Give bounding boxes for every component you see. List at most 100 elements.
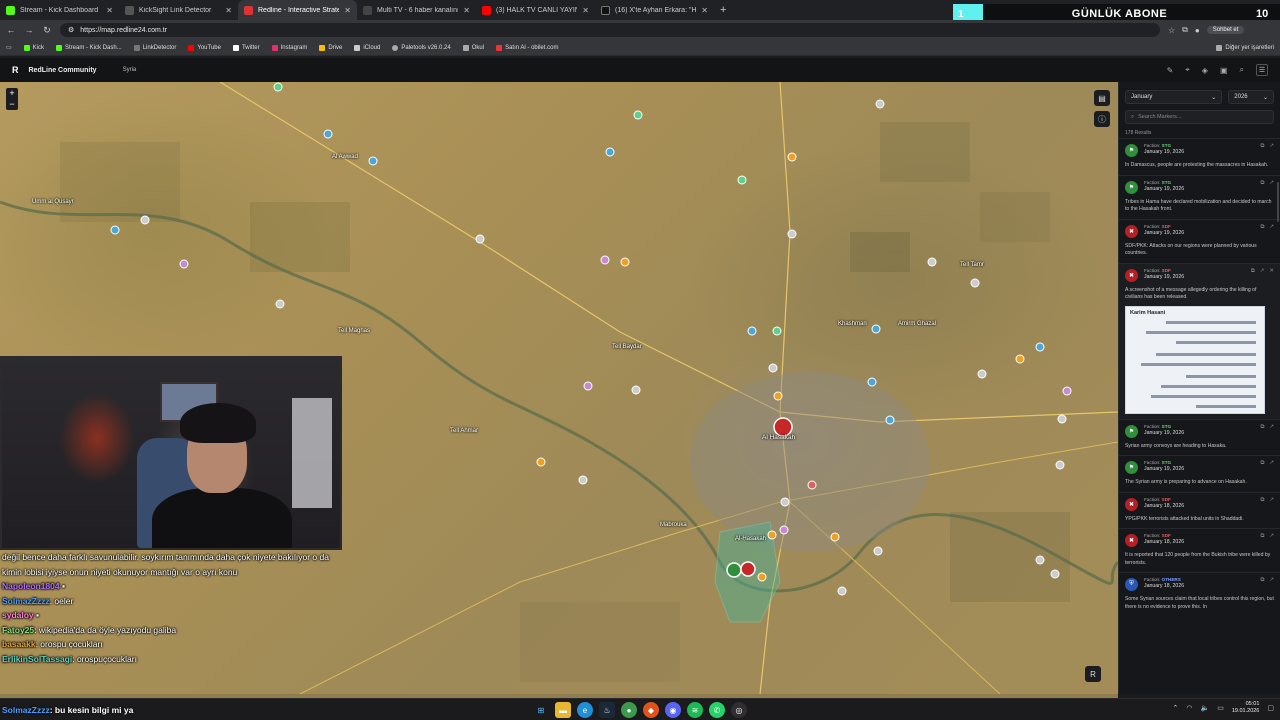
bookmark-linkdetector[interactable]: LinkDetector — [133, 44, 176, 51]
layers-icon[interactable]: ◈ — [1202, 66, 1208, 75]
battery-icon[interactable]: ▭ — [1217, 704, 1224, 712]
close-tab-icon[interactable]: ✕ — [463, 6, 470, 15]
draw-icon[interactable]: ✎ — [1167, 66, 1174, 75]
marker-search-input[interactable]: ⌕ Search Markers... — [1125, 110, 1274, 124]
copy-icon[interactable]: ⧉ — [1251, 268, 1255, 275]
menu-icon[interactable]: ☰ — [1256, 64, 1268, 76]
marker-card[interactable]: ✖ Faction: SDF January 18, 2026 ⧉ ↗ It is rep… — [1119, 528, 1280, 572]
search-icon[interactable]: ⌕ — [1240, 65, 1244, 75]
open-link-icon[interactable]: ↗ — [1269, 180, 1274, 187]
open-link-icon[interactable]: ↗ — [1269, 460, 1274, 467]
redline-map-badge[interactable]: R — [1085, 666, 1101, 682]
camera-icon[interactable]: ▣ — [1220, 66, 1228, 75]
copy-icon[interactable]: ⧉ — [1260, 497, 1264, 504]
chevron-up-icon[interactable]: ⌃ — [1173, 704, 1179, 712]
new-tab-button[interactable]: + — [720, 4, 726, 16]
start-icon[interactable]: ⊞ — [533, 702, 549, 718]
bookmark-paletools[interactable]: Paletools v26.0.24 — [392, 44, 451, 51]
copy-icon[interactable]: ⧉ — [1260, 577, 1264, 584]
browser-tab[interactable]: (16) X'te Ayhan Erkara: "Haseki ö✕ — [595, 0, 714, 20]
clock[interactable]: 05:01 19.01.2026 — [1232, 701, 1260, 715]
marker-card[interactable]: ⛨ Faction: OTHERS January 18, 2026 ⧉ ↗ Some S… — [1119, 572, 1280, 616]
brave-icon[interactable]: ◆ — [643, 702, 659, 718]
copy-icon[interactable]: ⧉ — [1260, 460, 1264, 467]
map-layers-button[interactable]: ▤ — [1094, 90, 1110, 106]
year-select[interactable]: 2026 ⌄ — [1228, 90, 1274, 104]
community-title[interactable]: RedLine Community — [29, 67, 97, 74]
copy-icon[interactable]: ⧉ — [1260, 180, 1264, 187]
browser-tab[interactable]: Stream - Kick Dashboard ✕ — [0, 0, 119, 20]
bookmark-star-icon[interactable]: ☆ — [1168, 26, 1175, 35]
bookmark-icloud[interactable]: iCloud — [354, 44, 380, 51]
marker-card[interactable]: ✖ Faction: SDF January 18, 2026 ⧉ ↗ YPG/PKK t… — [1119, 491, 1280, 529]
wifi-icon[interactable]: ◠ — [1186, 704, 1192, 712]
region-selector[interactable]: Syria — [123, 67, 137, 73]
browser-tab[interactable]: KickSight Link Detector ✕ — [119, 0, 238, 20]
forward-icon[interactable]: → — [24, 25, 34, 35]
spotify-icon[interactable]: ≋ — [687, 702, 703, 718]
steam-icon[interactable]: ♨ — [599, 702, 615, 718]
profile-avatar[interactable]: ● — [1195, 26, 1200, 35]
month-select[interactable]: January ⌄ — [1125, 90, 1223, 104]
close-tab-icon[interactable]: ✕ — [344, 6, 351, 15]
bookmark-okul[interactable]: Okul — [462, 44, 484, 51]
reload-icon[interactable]: ↻ — [42, 25, 52, 36]
volume-icon[interactable]: 🔈 — [1201, 704, 1210, 712]
whatsapp-icon[interactable]: ✆ — [709, 702, 725, 718]
open-link-icon[interactable]: ↗ — [1260, 268, 1265, 275]
close-icon[interactable]: ✕ — [1269, 268, 1274, 275]
close-tab-icon[interactable]: ✕ — [582, 6, 589, 15]
open-link-icon[interactable]: ↗ — [1269, 577, 1274, 584]
map-info-button[interactable]: ⓘ — [1094, 111, 1110, 127]
apps-icon[interactable]: ▭ — [6, 44, 12, 51]
notifications-icon[interactable]: ▢ — [1267, 704, 1274, 712]
other-bookmarks[interactable]: Diğer yer işaretleri — [1216, 44, 1274, 51]
obilet-icon — [496, 44, 503, 51]
zoom-in-button[interactable]: + — [6, 88, 18, 99]
close-tab-icon[interactable]: ✕ — [225, 6, 232, 15]
marker-card[interactable]: ⚑ Faction: STG January 19, 2026 ⧉ ↗ Syrian ar… — [1119, 418, 1280, 456]
faction-badge-icon: ⚑ — [1125, 180, 1138, 194]
browser-tab[interactable]: (3) HALK TV CANLI YAYINI | FULL✕ — [476, 0, 595, 20]
open-link-icon[interactable]: ↗ — [1269, 143, 1274, 150]
copy-icon[interactable]: ⧉ — [1260, 224, 1264, 231]
marker-card[interactable]: ✖ Faction: SDF January 19, 2026 ⧉ ↗ ✕ A screen… — [1119, 262, 1280, 419]
copy-icon[interactable]: ⧉ — [1260, 424, 1264, 431]
marker-card[interactable]: ⚑ Faction: STG January 19, 2026 ⧉ ↗ In Damasc… — [1119, 138, 1280, 175]
obs-icon[interactable]: ◎ — [731, 702, 747, 718]
edge-icon[interactable]: e — [577, 702, 593, 718]
bookmark-drive[interactable]: Drive — [319, 44, 342, 51]
open-link-icon[interactable]: ↗ — [1269, 424, 1274, 431]
close-tab-icon[interactable]: ✕ — [701, 6, 708, 15]
url-field[interactable]: ⚙ https://map.redline24.com.tr — [60, 23, 1160, 37]
bookmark-obilet[interactable]: Satın Al - obilet.com — [496, 44, 558, 51]
redline-logo[interactable]: R — [12, 65, 19, 75]
chrome-icon[interactable]: ● — [621, 702, 637, 718]
bookmark-kick-dashboard[interactable]: Stream - Kick Dash... — [56, 44, 122, 51]
open-link-icon[interactable]: ↗ — [1269, 533, 1274, 540]
zoom-out-button[interactable]: − — [6, 99, 18, 110]
browser-tab[interactable]: Multi TV - 6 haber kanalını aynı an✕ — [357, 0, 476, 20]
panel-scrollbar[interactable] — [1277, 182, 1279, 222]
pin-icon[interactable]: ⌖ — [1185, 65, 1190, 75]
file-explorer-icon[interactable]: ▬ — [555, 702, 571, 718]
bookmark-youtube[interactable]: YouTube — [188, 44, 221, 51]
bookmark-instagram[interactable]: Instagram — [271, 44, 307, 51]
open-link-icon[interactable]: ↗ — [1269, 497, 1274, 504]
copy-icon[interactable]: ⧉ — [1260, 143, 1264, 150]
browser-tab-active[interactable]: Redline - Interactive Strategic Map✕ — [238, 0, 357, 20]
bookmark-kick[interactable]: Kick — [23, 44, 44, 51]
chat-button[interactable]: Sohbet et — [1206, 26, 1245, 34]
close-tab-icon[interactable]: ✕ — [106, 6, 113, 15]
extensions-icon[interactable]: ⧉ — [1182, 25, 1188, 35]
site-info-icon[interactable]: ⚙ — [68, 26, 74, 34]
open-link-icon[interactable]: ↗ — [1269, 224, 1274, 231]
bookmark-twitter[interactable]: Twitter — [232, 44, 260, 51]
marker-card[interactable]: ✖ Faction: SDF January 19, 2026 ⧉ ↗ SDF/PKK: … — [1119, 218, 1280, 263]
marker-card[interactable]: ⚑ Faction: STG January 19, 2026 ⧉ ↗ Tribes in… — [1119, 174, 1280, 219]
back-icon[interactable]: ← — [6, 25, 16, 35]
copy-icon[interactable]: ⧉ — [1260, 533, 1264, 540]
marker-card[interactable]: ⚑ Faction: STG January 19, 2026 ⧉ ↗ The Syria… — [1119, 455, 1280, 492]
attached-image[interactable]: Karim Hasani — [1125, 305, 1265, 414]
discord-icon[interactable]: ◉ — [665, 702, 681, 718]
